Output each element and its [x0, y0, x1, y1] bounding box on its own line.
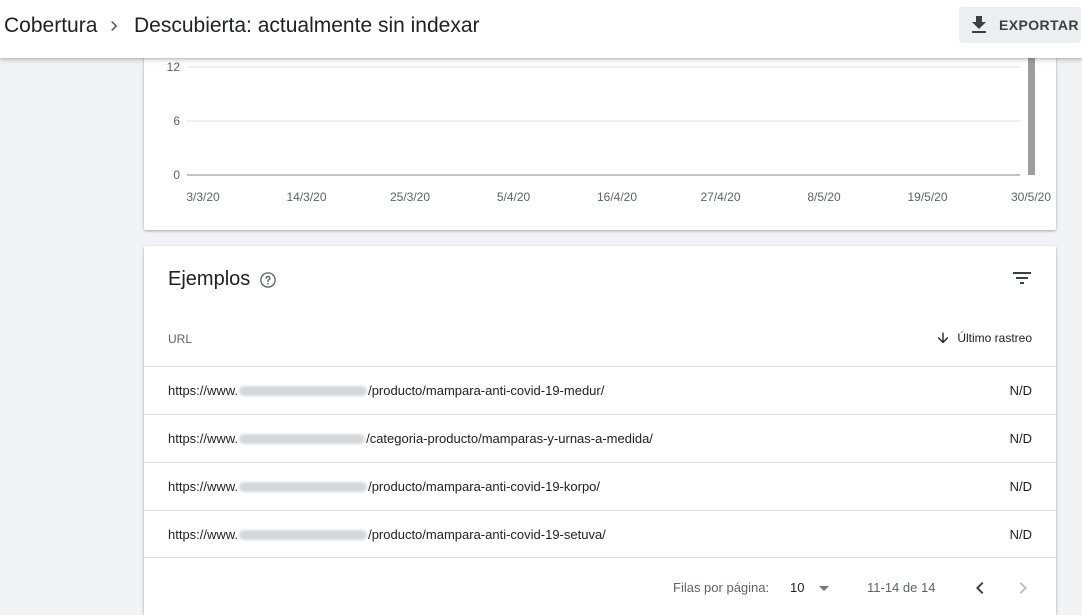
- x-tick-label: 14/3/20: [286, 190, 326, 204]
- page-title: Descubierta: actualmente sin indexar: [134, 14, 480, 37]
- row-url: https://www. /producto/mampara-anti-covi…: [168, 383, 604, 398]
- url-prefix: https://www.: [168, 383, 239, 398]
- arrow-down-icon: [937, 332, 949, 344]
- row-last-crawl: N/D: [1009, 479, 1032, 494]
- filter-icon[interactable]: [1010, 266, 1034, 290]
- x-tick-label: 16/4/20: [597, 190, 637, 204]
- coverage-chart-card: 12 6 0 3/3/20 14/3/20 25/3/20 5/4/20 16/4/20 27/…: [144, 40, 1056, 230]
- redacted-domain: [239, 529, 368, 540]
- table-row[interactable]: https://www. /producto/mampara-anti-covi…: [144, 462, 1056, 510]
- column-header-url: URL: [168, 332, 193, 346]
- export-button-label: EXPORTAR: [999, 17, 1079, 33]
- export-button[interactable]: EXPORTAR: [959, 7, 1081, 43]
- rows-per-page-label: Filas por página:: [673, 580, 770, 595]
- rows-per-page-select[interactable]: 10: [788, 577, 838, 601]
- redacted-domain: [239, 433, 366, 444]
- row-last-crawl: N/D: [1009, 527, 1032, 542]
- x-tick-label: 30/5/20: [1011, 190, 1051, 204]
- top-bar: Cobertura Descubierta: actualmente sin i…: [0, 0, 1082, 58]
- pagination-range: 11-14 de 14: [867, 580, 936, 595]
- url-path: /producto/mampara-anti-covid-19-setuva/: [368, 527, 606, 542]
- x-tick-label: 3/3/20: [186, 190, 220, 204]
- examples-title: Ejemplos: [168, 268, 251, 290]
- table-row[interactable]: https://www. /producto/mampara-anti-covi…: [144, 366, 1056, 414]
- table-row[interactable]: https://www. /producto/mampara-anti-covi…: [144, 510, 1056, 558]
- url-path: /producto/mampara-anti-covid-19-korpo/: [368, 479, 601, 494]
- dropdown-arrow-icon: [819, 586, 829, 591]
- row-url: https://www. /producto/mampara-anti-covi…: [168, 479, 600, 494]
- table-row[interactable]: https://www. /categoria-producto/mampara…: [144, 414, 1056, 462]
- breadcrumb-cobertura[interactable]: Cobertura: [4, 14, 97, 38]
- chevron-right-icon: [111, 21, 118, 31]
- x-tick-label: 25/3/20: [390, 190, 430, 204]
- url-prefix: https://www.: [168, 431, 239, 446]
- column-header-last-crawl[interactable]: Último rastreo: [935, 330, 1032, 346]
- x-tick-label: 27/4/20: [700, 190, 740, 204]
- url-path: /producto/mampara-anti-covid-19-medur/: [368, 383, 605, 398]
- x-tick-label: 19/5/20: [907, 190, 947, 204]
- pagination: Filas por página: 10 11-14 de 14: [144, 574, 1056, 604]
- chevron-left-icon[interactable]: [968, 576, 992, 600]
- y-tick-label: 6: [173, 114, 180, 128]
- row-last-crawl: N/D: [1009, 383, 1032, 398]
- row-url: https://www. /producto/mampara-anti-covi…: [168, 527, 606, 542]
- x-tick-label: 8/5/20: [807, 190, 841, 204]
- examples-card: Ejemplos URL Último rastreo https://www.…: [144, 246, 1056, 615]
- rows-per-page-value: 10: [790, 580, 805, 595]
- help-icon[interactable]: [259, 271, 277, 289]
- url-prefix: https://www.: [168, 527, 239, 542]
- redacted-domain: [239, 481, 368, 492]
- y-tick-label: 0: [173, 168, 180, 182]
- url-path: /categoria-producto/mamparas-y-urnas-a-m…: [366, 431, 653, 446]
- examples-table: https://www. /producto/mampara-anti-covi…: [144, 366, 1056, 558]
- chart-bar[interactable]: [1028, 49, 1035, 175]
- download-icon: [972, 16, 986, 33]
- x-tick-label: 5/4/20: [497, 190, 531, 204]
- url-prefix: https://www.: [168, 479, 239, 494]
- column-header-last-crawl-label: Último rastreo: [957, 331, 1032, 345]
- y-tick-label: 12: [167, 60, 181, 74]
- coverage-chart: 12 6 0 3/3/20 14/3/20 25/3/20 5/4/20 16/4/20 27/…: [167, 49, 1051, 204]
- redacted-domain: [239, 385, 368, 396]
- row-url: https://www. /categoria-producto/mampara…: [168, 431, 653, 446]
- row-last-crawl: N/D: [1009, 431, 1032, 446]
- chevron-right-icon: [1019, 582, 1027, 594]
